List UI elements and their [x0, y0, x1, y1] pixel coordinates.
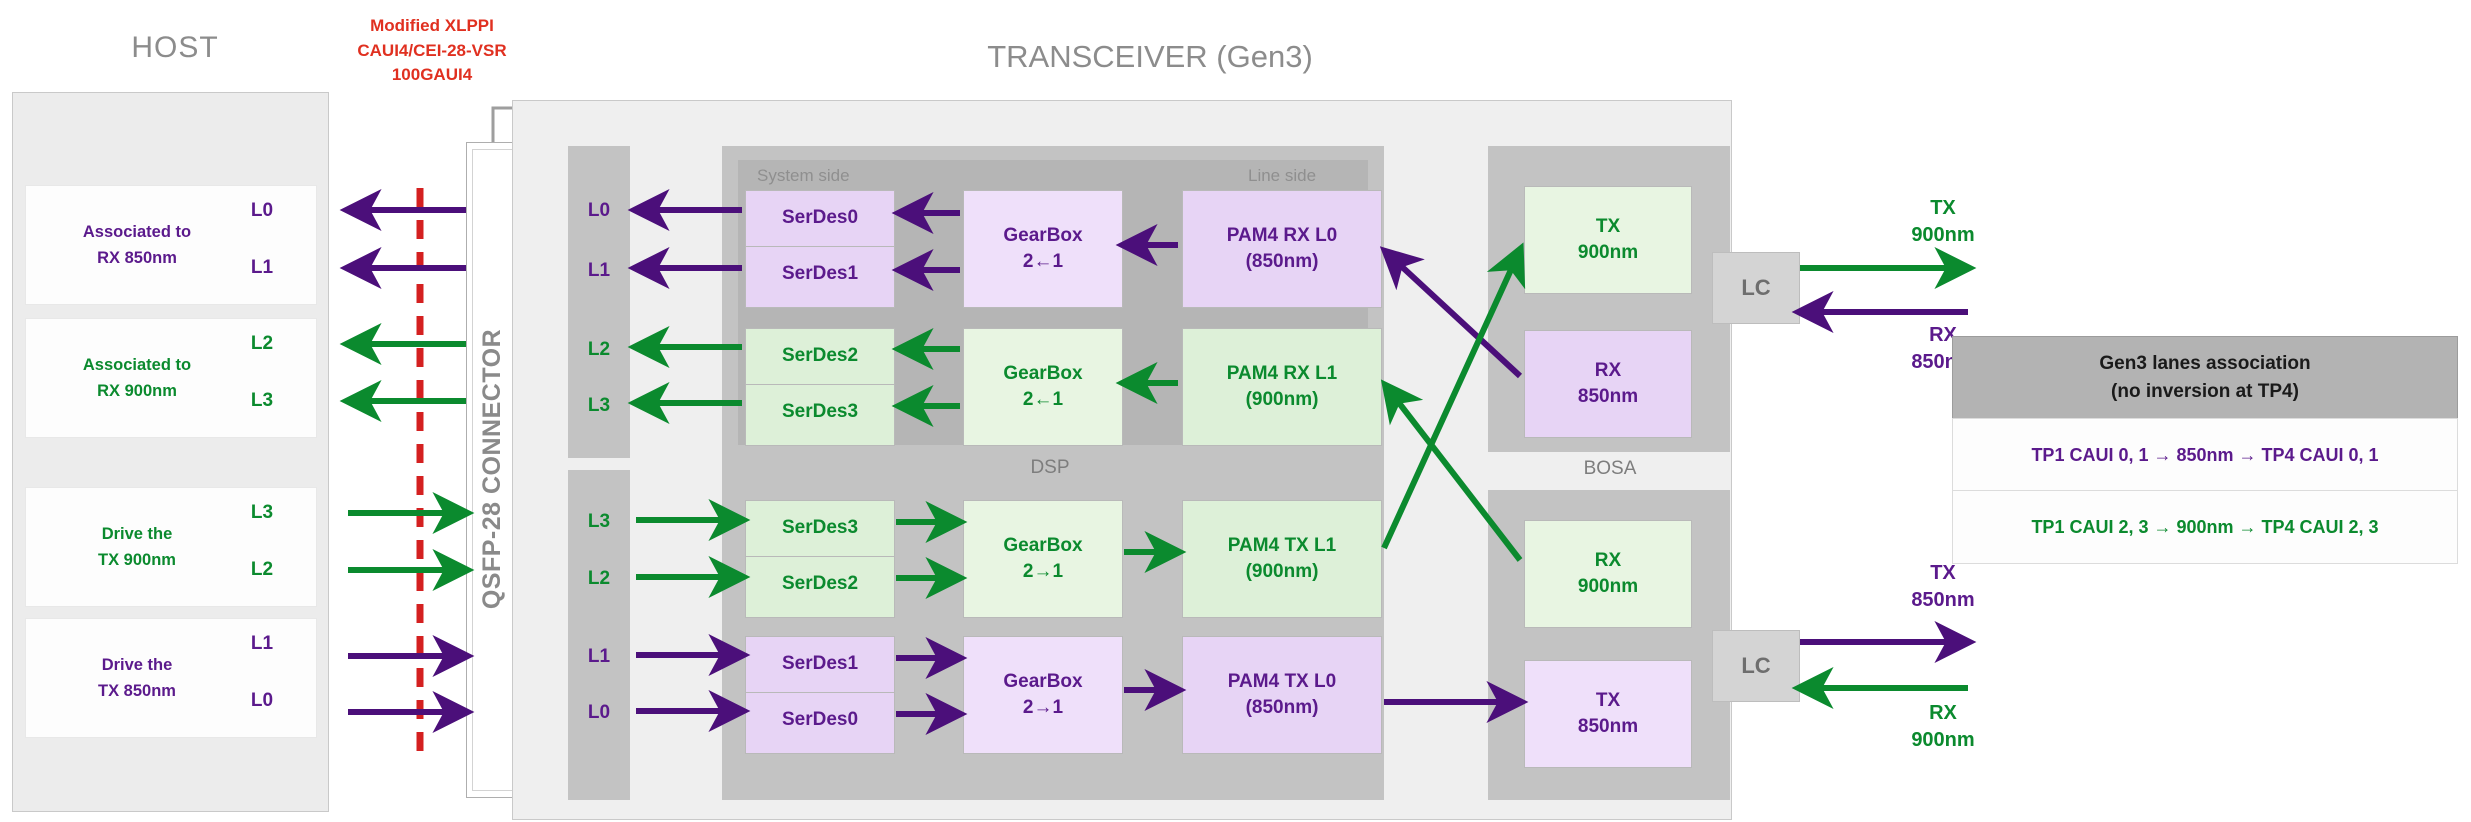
trx-lane-tx-2: L1: [587, 646, 611, 667]
serdes-divider: [746, 692, 894, 693]
bosa-rx-900nm: RX 900nm: [1524, 520, 1692, 628]
serdes-group-rx-1: SerDes2 SerDes3: [745, 328, 895, 446]
pam4-tx-l1: PAM4 TX L1 (900nm): [1182, 500, 1382, 618]
host-lane-l1-tx: L1: [250, 633, 274, 654]
io-label-tx-850nm: TX 850nm: [1911, 562, 1975, 611]
serdes-divider: [746, 556, 894, 557]
host-lane-l1: L1: [250, 257, 274, 278]
io-label-tx-900nm: TX 900nm: [1911, 197, 1975, 246]
trx-lane-rx-1: L1: [587, 260, 611, 281]
serdes-divider: [746, 384, 894, 385]
gearbox-rx-1: GearBox 2←1: [963, 328, 1123, 446]
host-group-2-label: Drive the TX 900nm: [98, 524, 176, 569]
host-lane-l3: L3: [250, 390, 274, 411]
gearbox-tx-1: GearBox 2→1: [963, 636, 1123, 754]
host-lane-l2: L2: [250, 333, 274, 354]
serdes-group-rx-0: SerDes0 SerDes1: [745, 190, 895, 308]
legend-row-0: TP1 CAUI 0, 1 → 850nm → TP4 CAUI 0, 1: [1952, 418, 2458, 492]
line-side-label: Line side: [1248, 166, 1317, 185]
trx-lane-rx-2: L2: [587, 339, 611, 360]
pam4-rx-l1: PAM4 RX L1 (900nm): [1182, 328, 1382, 446]
lc-connector-top: LC: [1712, 252, 1800, 324]
system-side-label: System side: [757, 166, 850, 185]
pam4-tx-l0: PAM4 TX L0 (850nm): [1182, 636, 1382, 754]
legend-header: Gen3 lanes association (no inversion at T…: [1952, 336, 2458, 420]
host-title: HOST: [131, 31, 219, 64]
pam4-rx-l0: PAM4 RX L0 (850nm): [1182, 190, 1382, 308]
serdes-1-tx: SerDes1: [781, 653, 859, 674]
transceiver-title: TRANSCEIVER (Gen3): [987, 39, 1313, 74]
serdes-group-tx-1: SerDes1 SerDes0: [745, 636, 895, 754]
lc-connector-bottom: LC: [1712, 630, 1800, 702]
host-lane-l3-tx: L3: [250, 502, 274, 523]
dsp-label: DSP: [1030, 457, 1070, 478]
trx-lane-rx-0: L0: [587, 200, 611, 221]
host-lane-l0-tx: L0: [250, 690, 274, 711]
host-lane-l0: L0: [250, 200, 274, 221]
serdes-1: SerDes1: [781, 263, 859, 284]
host-group-3-label: Drive the TX 850nm: [98, 655, 176, 700]
trx-lane-tx-0: L3: [587, 511, 611, 532]
bosa-tx-900nm: TX 900nm: [1524, 186, 1692, 294]
trx-lane-tx-3: L0: [587, 702, 611, 723]
serdes-group-tx-0: SerDes3 SerDes2: [745, 500, 895, 618]
trx-lane-rx-3: L3: [587, 395, 611, 416]
bosa-rx-850nm: RX 850nm: [1524, 330, 1692, 438]
host-group-0-label: Associated to RX 850nm: [82, 222, 192, 267]
gearbox-rx-0: GearBox 2←1: [963, 190, 1123, 308]
serdes-3-tx: SerDes3: [781, 517, 859, 538]
serdes-0: SerDes0: [781, 207, 859, 228]
host-group-1-label: Associated to RX 900nm: [82, 355, 192, 400]
serdes-2-tx: SerDes2: [781, 573, 859, 594]
io-label-rx-900nm: RX 900nm: [1911, 702, 1975, 751]
interface-standard-note: Modified XLPPI CAUI4/CEI-28-VSR 100GAUI4: [357, 16, 507, 85]
trx-lane-tx-1: L2: [587, 568, 611, 589]
host-lane-l2-tx: L2: [250, 559, 274, 580]
serdes-divider: [746, 246, 894, 247]
serdes-2: SerDes2: [781, 345, 859, 366]
bosa-tx-850nm: TX 850nm: [1524, 660, 1692, 768]
qsfp28-connector-label: QSFP-28 CONNECTOR: [478, 328, 506, 610]
serdes-3: SerDes3: [781, 401, 859, 422]
legend-row-1: TP1 CAUI 2, 3 → 900nm → TP4 CAUI 2, 3: [1952, 490, 2458, 564]
serdes-0-tx: SerDes0: [781, 709, 859, 730]
gearbox-tx-0: GearBox 2→1: [963, 500, 1123, 618]
bosa-label: BOSA: [1583, 458, 1637, 479]
